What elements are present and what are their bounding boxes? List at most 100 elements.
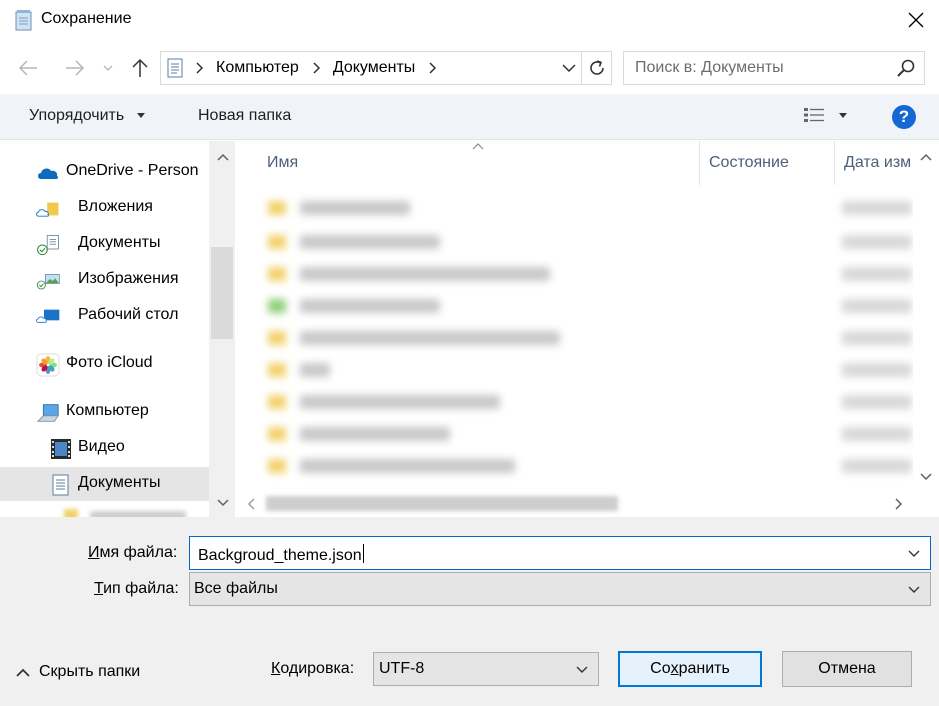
caret-down-icon bbox=[839, 112, 847, 118]
help-button[interactable]: ? bbox=[892, 105, 916, 129]
filename-input[interactable]: Backgroud_theme.json bbox=[198, 544, 364, 565]
organize-button[interactable]: Упорядочить bbox=[29, 107, 145, 125]
breadcrumb-computer[interactable]: Компьютер bbox=[216, 59, 299, 77]
recent-locations-button[interactable] bbox=[96, 54, 120, 82]
scroll-right-icon[interactable] bbox=[895, 498, 903, 510]
file-name-placeholder bbox=[300, 299, 440, 313]
tree-item-documents-onedrive[interactable]: Документы bbox=[0, 227, 209, 261]
filetype-dropdown-button[interactable] bbox=[904, 573, 924, 605]
refresh-button[interactable] bbox=[581, 52, 612, 84]
file-row[interactable] bbox=[264, 355, 914, 387]
text-cursor bbox=[362, 544, 364, 563]
chevron-right-icon[interactable] bbox=[196, 62, 204, 74]
forward-button[interactable] bbox=[61, 54, 89, 82]
column-header-date[interactable]: Дата изм bbox=[844, 141, 911, 185]
encoding-select[interactable]: UTF-8 bbox=[373, 652, 599, 686]
file-date-placeholder bbox=[842, 331, 912, 345]
tree-item-icloud-photos[interactable]: Фото iCloud bbox=[0, 347, 209, 381]
document-location-icon bbox=[167, 58, 183, 78]
file-date-placeholder bbox=[842, 235, 912, 249]
filename-dropdown-button[interactable] bbox=[904, 537, 924, 569]
documents-synced-icon bbox=[37, 235, 59, 256]
folder-icon bbox=[268, 299, 286, 313]
onedrive-cloud-icon bbox=[38, 168, 59, 179]
file-list-horizontal-scrollbar[interactable] bbox=[236, 490, 913, 517]
file-name-placeholder bbox=[300, 201, 410, 215]
file-row[interactable] bbox=[264, 291, 914, 323]
filetype-value: Все файлы bbox=[194, 580, 278, 597]
scrollbar-thumb[interactable] bbox=[266, 496, 618, 511]
scroll-left-icon[interactable] bbox=[247, 498, 255, 510]
close-button[interactable] bbox=[893, 0, 939, 40]
scroll-down-icon[interactable] bbox=[217, 499, 229, 507]
file-row[interactable] bbox=[264, 193, 914, 225]
scroll-up-icon[interactable] bbox=[217, 153, 229, 161]
file-row[interactable] bbox=[264, 387, 914, 419]
encoding-dropdown-button[interactable] bbox=[572, 653, 592, 685]
icloud-photos-icon bbox=[36, 353, 60, 377]
caret-down-icon bbox=[136, 113, 145, 119]
address-dropdown-button[interactable] bbox=[557, 52, 581, 84]
view-options-button[interactable] bbox=[803, 106, 847, 124]
file-row[interactable] bbox=[264, 227, 914, 259]
tree-item-desktop[interactable]: Рабочий стол bbox=[0, 299, 209, 333]
column-divider[interactable] bbox=[699, 141, 700, 185]
computer-icon bbox=[36, 404, 60, 422]
tree-item-pictures[interactable]: Изображения bbox=[0, 263, 209, 297]
chevron-down-icon bbox=[576, 666, 588, 673]
tree-item-computer[interactable]: Компьютер bbox=[0, 395, 209, 429]
file-date-placeholder bbox=[842, 395, 912, 409]
folder-icon bbox=[268, 363, 286, 377]
navigation-scrollbar[interactable] bbox=[209, 141, 235, 517]
filename-field[interactable]: Backgroud_theme.json bbox=[189, 536, 931, 570]
tree-item-onedrive[interactable]: OneDrive - Person bbox=[0, 155, 209, 189]
file-date-placeholder bbox=[842, 201, 912, 215]
chevron-down-icon bbox=[562, 64, 576, 72]
tree-item-attachments[interactable]: Вложения bbox=[0, 191, 209, 225]
up-button[interactable] bbox=[126, 54, 154, 82]
tree-item-video[interactable]: Видео bbox=[0, 431, 209, 465]
breadcrumb-documents[interactable]: Документы bbox=[333, 59, 415, 77]
folder-icon bbox=[64, 509, 78, 517]
filename-label: Имя файла: bbox=[88, 544, 178, 561]
tree-item-documents[interactable]: Документы bbox=[0, 467, 209, 501]
save-form: Имя файла: Backgroud_theme.json Тип файл… bbox=[0, 517, 939, 706]
save-button[interactable]: Со х ранить bbox=[618, 651, 762, 687]
tree-item-partial[interactable] bbox=[0, 503, 209, 517]
back-button[interactable] bbox=[14, 54, 42, 82]
file-row[interactable] bbox=[264, 419, 914, 451]
hide-folders-button[interactable]: Скрыть папки bbox=[16, 663, 140, 681]
column-divider[interactable] bbox=[834, 141, 835, 185]
chevron-right-icon[interactable] bbox=[429, 62, 437, 74]
search-input[interactable]: Поиск в: Документы bbox=[635, 59, 784, 77]
new-folder-button[interactable]: Новая папка bbox=[198, 107, 291, 125]
filetype-label: Тип файла: bbox=[94, 580, 179, 597]
scroll-down-icon[interactable] bbox=[920, 473, 932, 481]
file-row[interactable] bbox=[264, 323, 914, 355]
cloud-folder-icon bbox=[36, 202, 59, 217]
navigation-bar: Компьютер Документы Поиск в: Документы bbox=[0, 40, 939, 94]
search-icon bbox=[897, 59, 915, 77]
file-date-placeholder bbox=[842, 363, 912, 377]
scrollbar-thumb[interactable] bbox=[211, 247, 233, 339]
video-icon bbox=[51, 439, 71, 459]
window-title: Сохранение bbox=[41, 10, 132, 27]
file-name-placeholder bbox=[300, 427, 450, 441]
file-row[interactable] bbox=[264, 451, 914, 483]
chevron-down-icon bbox=[908, 586, 920, 593]
scroll-up-icon[interactable] bbox=[920, 153, 932, 161]
arrow-left-icon bbox=[18, 60, 37, 76]
column-header-status[interactable]: Состояние bbox=[709, 141, 789, 185]
filetype-select[interactable]: Все файлы bbox=[189, 572, 931, 606]
chevron-up-icon bbox=[16, 668, 30, 677]
address-bar[interactable]: Компьютер Документы bbox=[160, 51, 612, 85]
column-header-name[interactable]: Имя bbox=[267, 141, 298, 185]
chevron-down-icon bbox=[103, 65, 113, 71]
chevron-right-icon[interactable] bbox=[313, 62, 321, 74]
file-date-placeholder bbox=[842, 299, 912, 313]
file-date-placeholder bbox=[842, 427, 912, 441]
file-row[interactable] bbox=[264, 259, 914, 291]
cancel-button[interactable]: Отмена bbox=[782, 651, 912, 687]
search-box[interactable]: Поиск в: Документы bbox=[623, 51, 925, 85]
file-list-vertical-scrollbar[interactable] bbox=[913, 141, 939, 490]
